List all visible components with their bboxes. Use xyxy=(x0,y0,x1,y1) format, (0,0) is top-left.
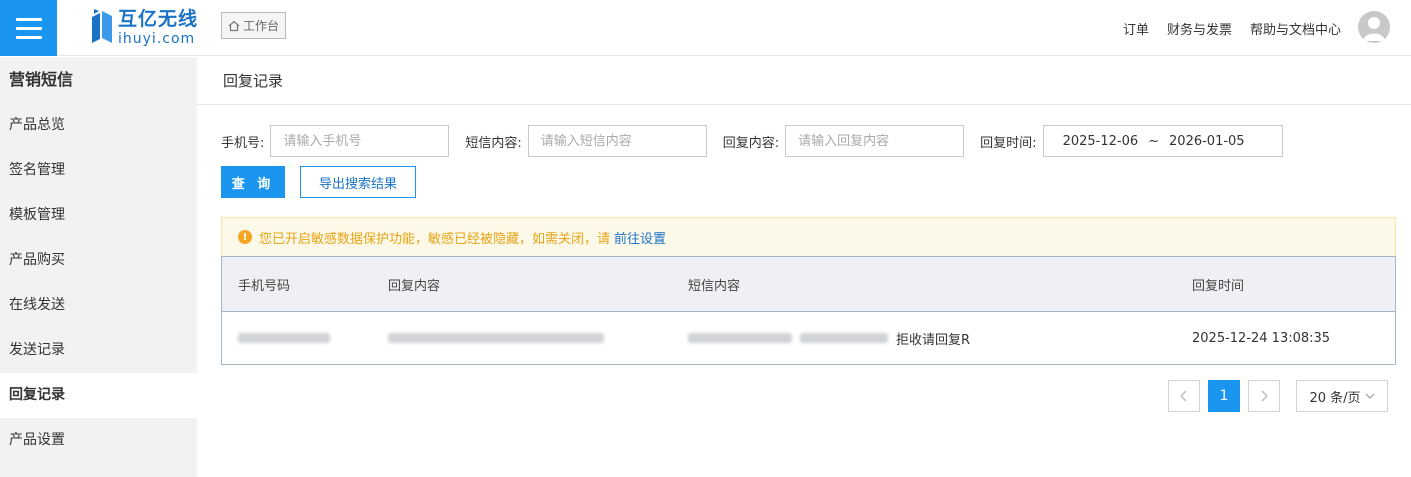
phone-input[interactable] xyxy=(270,125,450,157)
logo-text-en: ihuyi.com xyxy=(118,31,196,47)
sidebar-item-purchase[interactable]: 产品购买 xyxy=(0,238,197,283)
reply-time-label: 回复时间: xyxy=(980,135,1037,151)
logo[interactable]: 互亿无线 ihuyi.com xyxy=(90,7,198,49)
sidebar-item-overview[interactable]: 产品总览 xyxy=(0,103,197,148)
sms-content-label: 短信内容: xyxy=(465,135,522,151)
sms-content-input[interactable] xyxy=(527,125,707,157)
home-icon xyxy=(228,20,240,31)
top-nav-links: 订单 财务与发票 帮助与文档中心 xyxy=(1123,0,1341,56)
workbench-button[interactable]: 工作台 xyxy=(221,12,287,39)
date-start: 2025-12-06 xyxy=(1062,133,1139,149)
user-icon xyxy=(1363,17,1385,41)
table-row: 拒收请回复R 2025-12-24 13:08:35 xyxy=(222,312,1395,364)
reply-table: 手机号码 回复内容 短信内容 回复时间 拒收请回复R 2025-12-24 13… xyxy=(221,256,1396,365)
phone-label: 手机号: xyxy=(221,135,265,151)
chevron-left-icon xyxy=(1180,390,1187,402)
sms-content-suffix: 拒收请回复R xyxy=(896,332,971,348)
sidebar-item-send-records[interactable]: 发送记录 xyxy=(0,328,197,373)
date-separator: ~ xyxy=(1148,133,1160,149)
sidebar-title: 营销短信 xyxy=(9,70,74,89)
col-reply-content: 回复内容 xyxy=(388,278,441,294)
col-phone: 手机号码 xyxy=(238,278,291,294)
workbench-label: 工作台 xyxy=(243,19,280,33)
chevron-down-icon xyxy=(1365,393,1374,399)
next-page-button[interactable] xyxy=(1248,380,1280,412)
reply-content-label: 回复内容: xyxy=(722,135,780,151)
go-to-settings-link[interactable]: 前往设置 xyxy=(614,228,666,247)
table-header: 手机号码 回复内容 短信内容 回复时间 xyxy=(222,257,1395,312)
prev-page-button[interactable] xyxy=(1168,380,1200,412)
nav-link-help[interactable]: 帮助与文档中心 xyxy=(1250,19,1341,38)
nav-link-orders[interactable]: 订单 xyxy=(1123,19,1149,38)
nav-link-finance[interactable]: 财务与发票 xyxy=(1167,19,1232,38)
warning-icon: ! xyxy=(238,230,252,244)
filter-bar: 手机号: 短信内容: 回复内容: 回复时间: 2025-12-06 ~ 2026… xyxy=(221,125,1283,157)
page-size-select[interactable]: 20 条/页 xyxy=(1296,380,1388,412)
sidebar-item-signature[interactable]: 签名管理 xyxy=(0,148,197,193)
date-range-picker[interactable]: 2025-12-06 ~ 2026-01-05 xyxy=(1042,125,1283,157)
cell-reply-masked xyxy=(372,331,672,346)
notice-text: 您已开启敏感数据保护功能，敏感已经被隐藏，如需关闭，请 xyxy=(259,231,611,247)
query-button[interactable]: 查 询 xyxy=(221,166,285,198)
page-title: 回复记录 xyxy=(197,57,1411,105)
top-bar: 互亿无线 ihuyi.com 工作台 订单 财务与发票 帮助与文档中心 xyxy=(0,0,1411,56)
col-reply-time: 回复时间 xyxy=(1192,278,1245,294)
sidebar: 营销短信 产品总览 签名管理 模板管理 产品购买 在线发送 发送记录 回复记录 … xyxy=(0,57,197,477)
chevron-right-icon xyxy=(1261,390,1268,402)
pagination: 1 20 条/页 xyxy=(1168,380,1388,412)
reply-content-input[interactable] xyxy=(785,125,965,157)
page-size-value: 20 条/页 xyxy=(1309,390,1361,406)
avatar[interactable] xyxy=(1358,11,1390,43)
cell-phone-masked xyxy=(222,331,372,346)
cell-reply-time: 2025-12-24 13:08:35 xyxy=(1192,330,1331,346)
sidebar-item-template[interactable]: 模板管理 xyxy=(0,193,197,238)
sensitive-data-notice: ! 您已开启敏感数据保护功能，敏感已经被隐藏，如需关闭，请 前往设置 xyxy=(221,217,1396,257)
page-number-current[interactable]: 1 xyxy=(1208,380,1240,412)
main-content: 回复记录 手机号: 短信内容: 回复内容: 回复时间: 2025-12-06 ~… xyxy=(197,57,1411,477)
sidebar-item-settings[interactable]: 产品设置 xyxy=(0,418,197,463)
logo-text-cn: 互亿无线 xyxy=(118,8,199,30)
date-end: 2026-01-05 xyxy=(1169,133,1245,149)
sidebar-item-send[interactable]: 在线发送 xyxy=(0,283,197,328)
hamburger-menu-icon[interactable] xyxy=(0,0,57,56)
sidebar-item-reply-records[interactable]: 回复记录 xyxy=(0,373,197,418)
export-button[interactable]: 导出搜索结果 xyxy=(300,166,416,198)
cell-sms-content: 拒收请回复R xyxy=(672,329,1176,348)
col-sms-content: 短信内容 xyxy=(688,278,741,294)
logo-mark-icon xyxy=(92,9,112,43)
